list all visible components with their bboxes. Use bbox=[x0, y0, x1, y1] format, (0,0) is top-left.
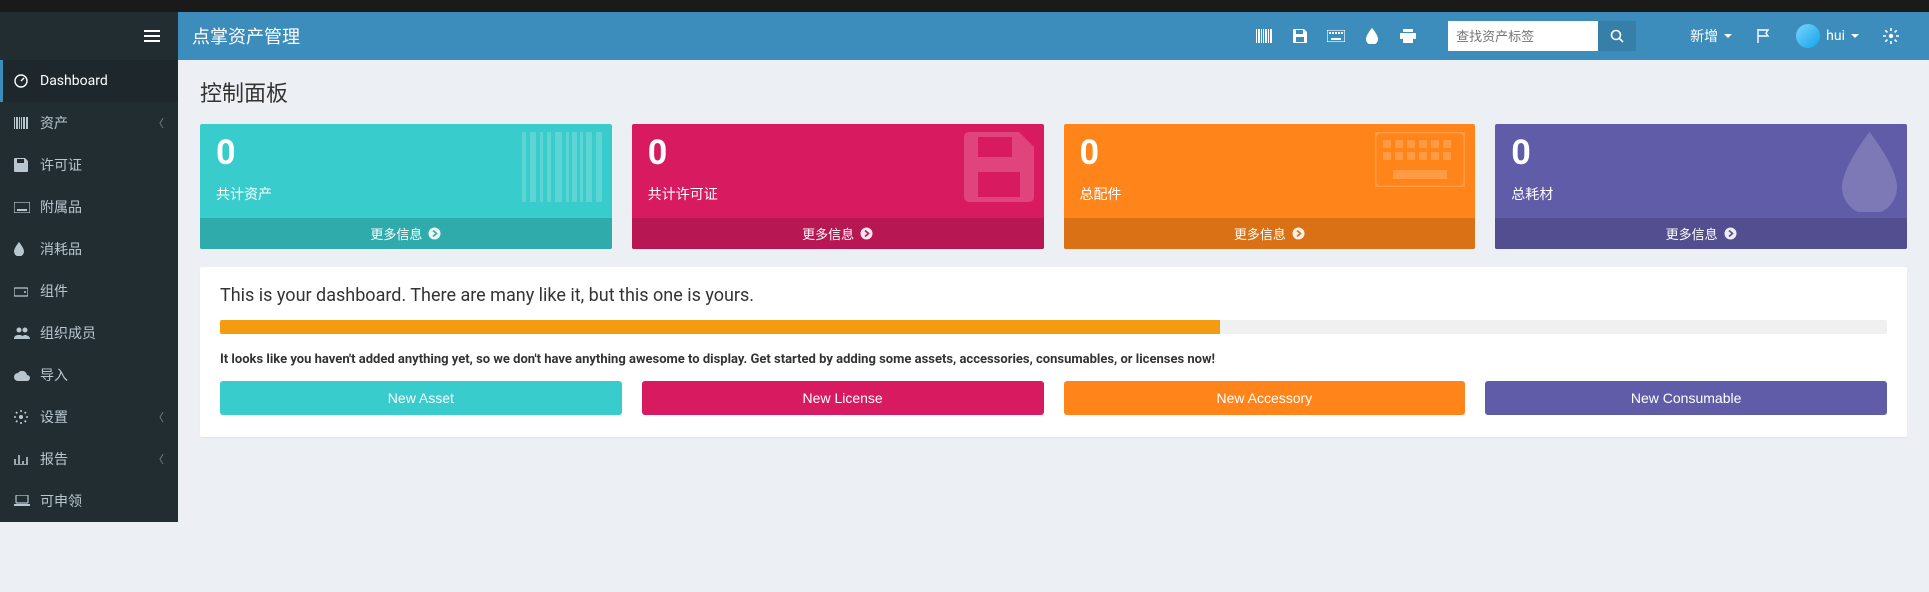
header-save-icon[interactable] bbox=[1282, 12, 1318, 60]
sidebar-item-users[interactable]: 组织成员 bbox=[0, 312, 178, 354]
menu-toggle-icon[interactable] bbox=[144, 30, 160, 42]
stat-value: 0 bbox=[648, 136, 1028, 170]
chart-icon bbox=[14, 453, 30, 465]
sidebar-item-label: 设置 bbox=[40, 407, 68, 427]
sidebar-item-label: 可申领 bbox=[40, 491, 82, 511]
new-accessory-button[interactable]: New Accessory bbox=[1064, 381, 1466, 415]
create-new-dropdown[interactable]: 新增 bbox=[1676, 12, 1746, 60]
sidebar-header bbox=[0, 12, 178, 60]
search-button[interactable] bbox=[1598, 21, 1636, 51]
search-input[interactable] bbox=[1448, 21, 1598, 51]
dashboard-panel: This is your dashboard. There are many l… bbox=[200, 267, 1907, 437]
sidebar-item-label: 消耗品 bbox=[40, 239, 82, 259]
arrow-circle-right-icon bbox=[428, 227, 441, 240]
chevron-left-icon: 〈 bbox=[153, 451, 164, 467]
stat-more-link[interactable]: 更多信息 bbox=[1064, 218, 1476, 249]
laptop-icon bbox=[14, 495, 30, 507]
stat-label: 共计许可证 bbox=[648, 184, 1028, 204]
stat-more-link[interactable]: 更多信息 bbox=[632, 218, 1044, 249]
sidebar-item-laptop[interactable]: 可申领 bbox=[0, 480, 178, 522]
stat-label: 总耗材 bbox=[1511, 184, 1891, 204]
user-name: hui bbox=[1826, 28, 1845, 44]
arrow-circle-right-icon bbox=[1724, 227, 1737, 240]
sidebar-item-label: 组织成员 bbox=[40, 323, 96, 343]
caret-down-icon bbox=[1724, 34, 1732, 38]
sidebar-item-dashboard[interactable]: Dashboard bbox=[0, 60, 178, 102]
stat-label: 共计资产 bbox=[216, 184, 596, 204]
hdd-icon bbox=[14, 285, 30, 297]
stat-card-pink: 0 共计许可证更多信息 bbox=[632, 124, 1044, 249]
caret-down-icon bbox=[1851, 34, 1859, 38]
header-gears-icon[interactable] bbox=[1873, 12, 1909, 60]
stat-card-orange: 0 总配件更多信息 bbox=[1064, 124, 1476, 249]
browser-bookmark-strip bbox=[0, 0, 1929, 12]
sidebar-item-label: 组件 bbox=[40, 281, 68, 301]
sidebar-item-tint[interactable]: 消耗品 bbox=[0, 228, 178, 270]
users-icon bbox=[14, 327, 30, 339]
stat-value: 0 bbox=[1511, 136, 1891, 170]
sidebar-item-barcode[interactable]: 资产 〈 bbox=[0, 102, 178, 144]
stat-value: 0 bbox=[216, 136, 596, 170]
avatar bbox=[1796, 24, 1820, 48]
new-consumable-button[interactable]: New Consumable bbox=[1485, 381, 1887, 415]
stat-more-link[interactable]: 更多信息 bbox=[200, 218, 612, 249]
app-title: 点掌资产管理 bbox=[178, 12, 300, 60]
sidebar-item-save[interactable]: 许可证 bbox=[0, 144, 178, 186]
arrow-circle-right-icon bbox=[860, 227, 873, 240]
sidebar-item-hdd[interactable]: 组件 bbox=[0, 270, 178, 312]
create-new-label: 新增 bbox=[1690, 26, 1718, 46]
barcode-icon bbox=[14, 116, 30, 130]
stat-label: 总配件 bbox=[1080, 184, 1460, 204]
chevron-left-icon: 〈 bbox=[153, 115, 164, 131]
arrow-circle-right-icon bbox=[1292, 227, 1305, 240]
search-wrap bbox=[1448, 21, 1636, 51]
stat-value: 0 bbox=[1080, 136, 1460, 170]
header-keyboard-icon[interactable] bbox=[1318, 12, 1354, 60]
dashboard-icon bbox=[14, 74, 30, 88]
sidebar-item-gear[interactable]: 设置 〈 bbox=[0, 396, 178, 438]
sidebar-item-label: 许可证 bbox=[40, 155, 82, 175]
header-flag-icon[interactable] bbox=[1746, 12, 1782, 60]
sidebar-item-cloud[interactable]: 导入 bbox=[0, 354, 178, 396]
chevron-left-icon: 〈 bbox=[153, 409, 164, 425]
sidebar-item-keyboard[interactable]: 附属品 bbox=[0, 186, 178, 228]
progress-bar bbox=[220, 320, 1887, 334]
sidebar-item-label: 报告 bbox=[40, 449, 68, 469]
header-barcode-icon[interactable] bbox=[1246, 12, 1282, 60]
user-menu[interactable]: hui bbox=[1782, 12, 1873, 60]
sidebar-item-chart[interactable]: 报告 〈 bbox=[0, 438, 178, 480]
page-title: 控制面板 bbox=[200, 76, 1907, 108]
header-print-icon[interactable] bbox=[1390, 12, 1426, 60]
tint-icon bbox=[14, 242, 30, 256]
dashboard-empty-message: It looks like you haven't added anything… bbox=[220, 352, 1887, 367]
stat-more-link[interactable]: 更多信息 bbox=[1495, 218, 1907, 249]
cloud-icon bbox=[14, 370, 30, 381]
sidebar: Dashboard资产〈许可证附属品消耗品组件组织成员导入设置〈报告〈可申领 bbox=[0, 60, 178, 522]
keyboard-icon bbox=[14, 202, 30, 213]
new-license-button[interactable]: New License bbox=[642, 381, 1044, 415]
sidebar-item-label: 附属品 bbox=[40, 197, 82, 217]
save-icon bbox=[14, 158, 30, 172]
sidebar-item-label: 导入 bbox=[40, 365, 68, 385]
new-asset-button[interactable]: New Asset bbox=[220, 381, 622, 415]
stat-card-teal: 0 共计资产更多信息 bbox=[200, 124, 612, 249]
header-tint-icon[interactable] bbox=[1354, 12, 1390, 60]
stat-card-purple: 0 总耗材更多信息 bbox=[1495, 124, 1907, 249]
dashboard-headline: This is your dashboard. There are many l… bbox=[220, 285, 1887, 306]
sidebar-item-label: Dashboard bbox=[40, 73, 108, 89]
gear-icon bbox=[14, 410, 30, 424]
progress-fill bbox=[220, 320, 1220, 334]
sidebar-item-label: 资产 bbox=[40, 113, 68, 133]
